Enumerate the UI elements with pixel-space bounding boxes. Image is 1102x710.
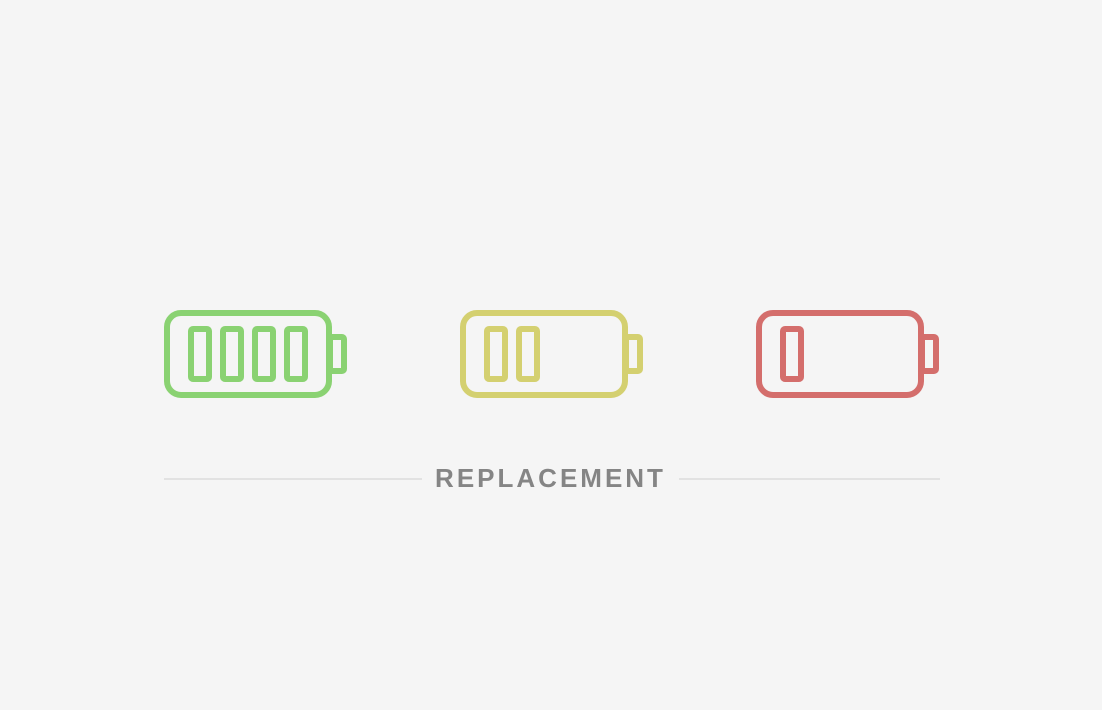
battery-full-icon <box>162 308 352 400</box>
divider-left <box>164 478 422 480</box>
battery-terminal <box>919 334 939 374</box>
battery-charge-cell <box>780 326 804 382</box>
battery-low-icon <box>754 308 944 400</box>
battery-charge-cell <box>252 326 276 382</box>
battery-charge-cell <box>188 326 212 382</box>
battery-terminal <box>327 334 347 374</box>
battery-charge-cell <box>284 326 308 382</box>
battery-charge-cell <box>220 326 244 382</box>
caption-label: REPLACEMENT <box>435 463 666 493</box>
divider-right <box>679 478 940 480</box>
battery-charge-cell <box>484 326 508 382</box>
battery-half-icon <box>458 308 648 400</box>
battery-terminal <box>623 334 643 374</box>
battery-charge-cell <box>516 326 540 382</box>
battery-status-illustration: REPLACEMENT <box>0 0 1102 710</box>
